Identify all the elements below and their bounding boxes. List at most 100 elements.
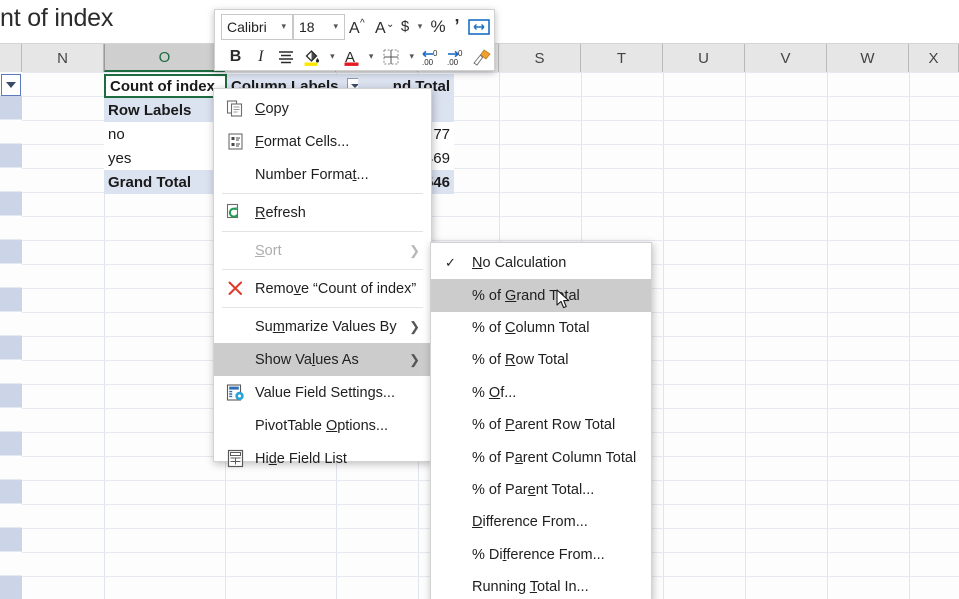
pivot-row-labels-cell[interactable]: Row Labels <box>104 98 227 122</box>
grow-font-button[interactable]: A ^ <box>345 14 371 39</box>
accounting-format-button[interactable]: $ <box>397 14 413 39</box>
row-header[interactable] <box>0 168 22 192</box>
fill-color-button[interactable] <box>299 44 326 69</box>
shrink-font-icon: A ⌄ <box>375 19 394 37</box>
submenu-item-label: Running Total In... <box>472 579 589 596</box>
row-header[interactable] <box>0 288 22 312</box>
svg-text:A: A <box>349 20 360 37</box>
submenu-item-pct-difference-from[interactable]: % Difference From... <box>431 539 651 571</box>
context-menu-item-remove-count-of-index[interactable]: Remove “Count of index” <box>214 272 431 305</box>
row-header[interactable] <box>0 120 22 144</box>
row-header[interactable] <box>0 240 22 264</box>
pivot-row-label-1: yes <box>104 146 227 170</box>
context-menu-item-copy[interactable]: Copy <box>214 92 431 125</box>
context-menu-item-label: Format Cells... <box>255 133 350 150</box>
mini-format-toolbar[interactable]: Calibri ▾ 18 ▾ A ^ A ⌄ $ ▾ % ’ B I ▾ A ▾… <box>214 9 495 71</box>
pivot-context-menu[interactable]: Copy Format Cells... Number Format... Refre… <box>213 88 432 467</box>
borders-button[interactable] <box>378 44 405 69</box>
font-color-button[interactable]: A <box>339 44 364 69</box>
remove-x-icon <box>226 279 246 299</box>
column-header-w[interactable]: W <box>827 44 909 72</box>
submenu-item-running-total-in[interactable]: Running Total In... <box>431 571 651 599</box>
checkmark-icon: ✓ <box>445 255 456 271</box>
comma-style-button[interactable]: ’ <box>449 14 465 39</box>
borders-dropdown[interactable]: ▾ <box>405 44 419 69</box>
submenu-item-pct-of-column-total[interactable]: % of Column Total <box>431 312 651 344</box>
increase-decimal-button[interactable]: 0 .00 <box>444 44 469 69</box>
context-menu-item-hide-field-list[interactable]: Hide Field List <box>214 442 431 475</box>
merge-center-button[interactable] <box>465 14 493 39</box>
row-header[interactable] <box>0 504 22 528</box>
column-header-s[interactable]: S <box>499 44 581 72</box>
center-align-button[interactable] <box>273 44 298 69</box>
row-header[interactable] <box>0 408 22 432</box>
submenu-item-pct-of-grand-total[interactable]: % of Grand Total <box>431 279 651 312</box>
context-menu-item-format-cells[interactable]: Format Cells... <box>214 125 431 158</box>
row-header[interactable] <box>0 480 22 504</box>
row-header[interactable] <box>0 312 22 336</box>
column-header-t[interactable]: T <box>581 44 663 72</box>
shrink-font-button[interactable]: A ⌄ <box>371 14 397 39</box>
submenu-item-pct-of-parent-row-total[interactable]: % of Parent Row Total <box>431 409 651 441</box>
context-menu-item-refresh[interactable]: Refresh <box>214 196 431 229</box>
pivot-value-header-cell[interactable]: Count of index <box>104 74 227 98</box>
bold-button[interactable]: B <box>223 44 248 69</box>
row-header[interactable] <box>0 528 22 552</box>
decrease-decimal-button[interactable]: 0 .00 <box>419 44 444 69</box>
format-painter-button[interactable] <box>469 44 496 69</box>
row-header[interactable] <box>0 576 22 599</box>
pivot-corner-filter-button[interactable] <box>1 74 21 96</box>
column-header-v[interactable]: V <box>745 44 827 72</box>
chevron-down-icon: ▾ <box>417 21 423 31</box>
grid-row-line <box>22 216 959 217</box>
context-menu-item-number-format[interactable]: Number Format... <box>214 158 431 191</box>
row-header[interactable] <box>0 336 22 360</box>
percent-style-icon: % <box>430 16 446 36</box>
context-menu-item-value-field-settings[interactable]: Value Field Settings... <box>214 376 431 409</box>
increase-decimal-icon: 0 .00 <box>447 49 463 67</box>
row-header[interactable] <box>0 96 22 120</box>
submenu-item-pct-of[interactable]: % Of... <box>431 377 651 409</box>
row-header[interactable] <box>0 456 22 480</box>
svg-text:0: 0 <box>458 49 463 58</box>
show-values-as-submenu[interactable]: ✓ No Calculation % of Grand Total % of Colu… <box>430 242 652 599</box>
submenu-item-difference-from[interactable]: Difference From... <box>431 506 651 538</box>
select-all-corner[interactable] <box>0 44 22 72</box>
row-header[interactable] <box>0 384 22 408</box>
column-header-x[interactable]: X <box>909 44 959 72</box>
submenu-item-label: % Of... <box>472 384 517 401</box>
column-header-u[interactable]: U <box>663 44 745 72</box>
context-menu-item-label: Summarize Values By <box>255 318 397 335</box>
submenu-item-pct-of-parent-column-total[interactable]: % of Parent Column Total <box>431 441 651 473</box>
font-size-combo[interactable]: 18 ▾ <box>293 13 345 40</box>
accounting-format-dropdown[interactable]: ▾ <box>413 14 427 39</box>
submenu-item-pct-of-row-total[interactable]: % of Row Total <box>431 344 651 376</box>
row-header[interactable] <box>0 552 22 576</box>
column-header-o[interactable]: O <box>104 44 225 72</box>
fill-color-dropdown[interactable]: ▾ <box>326 44 340 69</box>
row-header[interactable] <box>0 144 22 168</box>
context-menu-item-summarize-values-by[interactable]: Summarize Values By ❯ <box>214 310 431 343</box>
context-menu-item-show-values-as[interactable]: Show Values As ❯ <box>214 343 431 376</box>
font-name-combo[interactable]: Calibri ▾ <box>221 13 293 40</box>
submenu-item-no-calculation[interactable]: ✓ No Calculation <box>431 247 651 279</box>
svg-text:0: 0 <box>433 49 438 58</box>
mini-toolbar-row-2: B I ▾ A ▾ ▾ 0 .00 0 .00 <box>215 41 496 72</box>
excel-pivot-screen: nt of index NOPQRSTUVWX Count of index C… <box>0 0 959 599</box>
percent-style-button[interactable]: % <box>427 14 449 39</box>
row-header[interactable] <box>0 360 22 384</box>
chevron-right-icon: ❯ <box>409 351 420 367</box>
chevron-down-icon: ▾ <box>368 51 374 61</box>
font-color-dropdown[interactable]: ▾ <box>364 44 378 69</box>
context-menu-item-pivottable-options[interactable]: PivotTable Options... <box>214 409 431 442</box>
submenu-item-pct-of-parent-total[interactable]: % of Parent Total... <box>431 474 651 506</box>
row-header[interactable] <box>0 216 22 240</box>
chevron-right-icon: ❯ <box>409 318 420 334</box>
column-header-n[interactable]: N <box>22 44 104 72</box>
formula-bar-text: nt of index <box>0 4 114 32</box>
submenu-item-label: % of Row Total <box>472 352 569 369</box>
row-header[interactable] <box>0 432 22 456</box>
italic-button[interactable]: I <box>248 44 273 69</box>
row-header[interactable] <box>0 264 22 288</box>
row-header[interactable] <box>0 192 22 216</box>
